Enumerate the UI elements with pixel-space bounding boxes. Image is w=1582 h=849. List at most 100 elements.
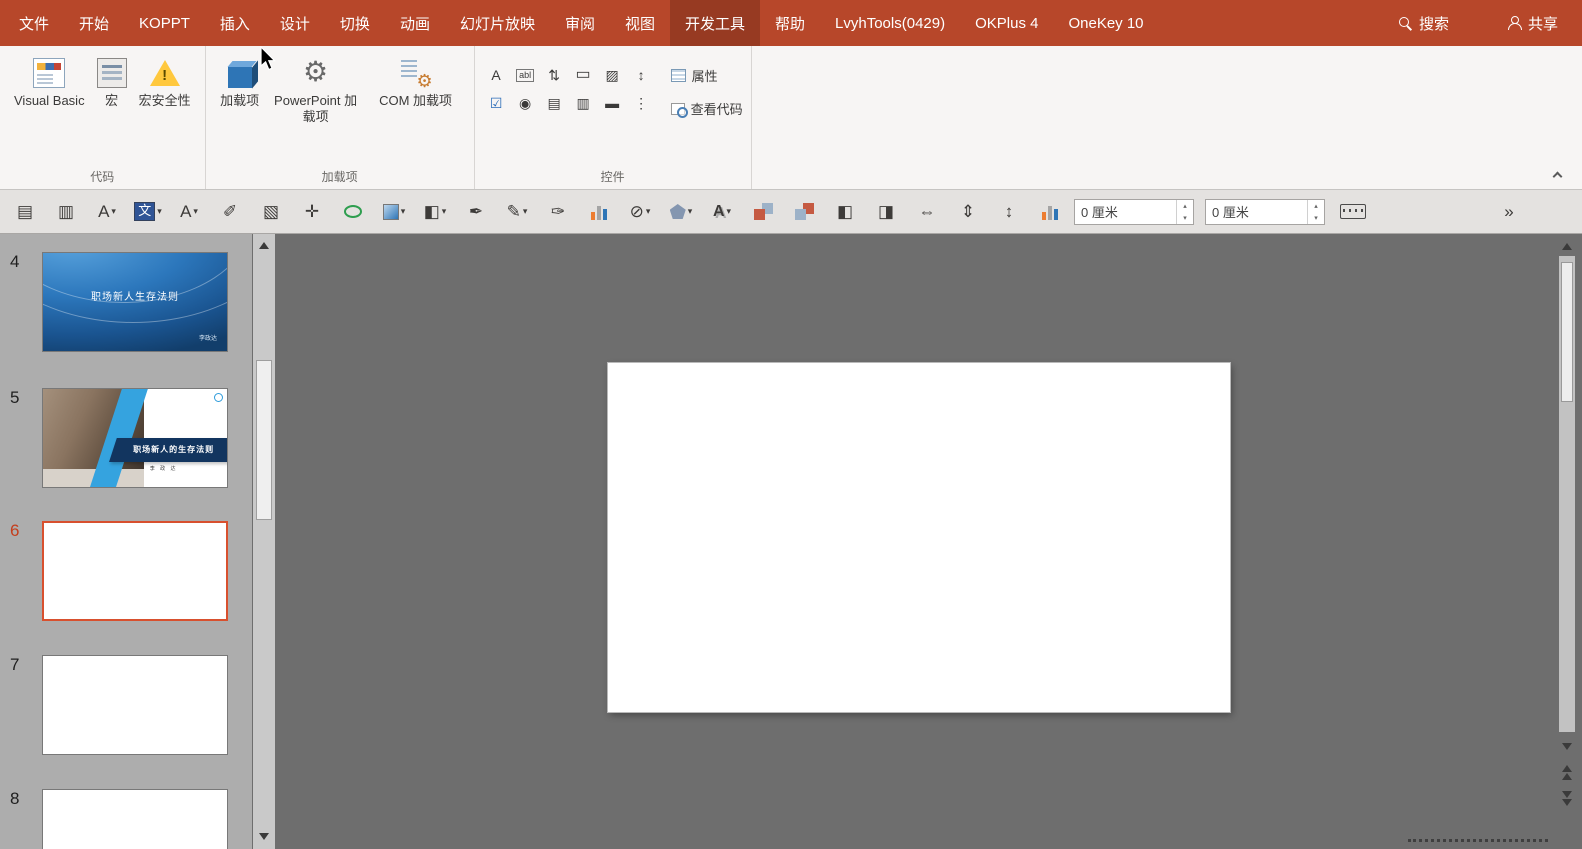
width-input[interactable]: ▴▾: [1074, 198, 1194, 225]
ribbon-tab-7[interactable]: 幻灯片放映: [445, 0, 550, 46]
powerpoint-addins-label: PowerPoint 加载项: [274, 93, 358, 124]
scrollbar-control[interactable]: ↕: [628, 62, 655, 88]
label-control-glyph: A: [491, 67, 501, 83]
image-control[interactable]: ▨: [599, 62, 626, 88]
dropdown-caret-icon: ▾: [441, 206, 447, 216]
spin-button-control[interactable]: ⇅: [541, 62, 568, 88]
ribbon-tab-6[interactable]: 动画: [385, 0, 445, 46]
text-shadow-icon[interactable]: A ▾: [705, 195, 739, 229]
cjk-font-picker[interactable]: 文 ▾: [131, 195, 165, 229]
previous-slide-button[interactable]: [1558, 762, 1576, 782]
slide-thumbnail-7[interactable]: [42, 655, 228, 755]
macro-button[interactable]: 宏: [91, 52, 133, 113]
ribbon-tab-13[interactable]: OKPlus 4: [960, 0, 1053, 46]
next-slide-button[interactable]: [1558, 788, 1576, 808]
slide-thumbnail-4[interactable]: 职场新人生存法则 李政达: [42, 252, 228, 352]
checkbox-control[interactable]: ☑: [483, 90, 510, 116]
font-color-picker[interactable]: A ▾: [172, 195, 206, 229]
view-code-button[interactable]: 查看代码: [670, 99, 743, 118]
eyedropper-icon[interactable]: ✒: [459, 195, 493, 229]
toolbar-overflow[interactable]: »: [1492, 195, 1526, 229]
height-input-field[interactable]: [1206, 199, 1307, 224]
command-button-control[interactable]: ▭: [570, 62, 597, 88]
ribbon-tab-3[interactable]: 插入: [205, 0, 265, 46]
align-left-objects-icon[interactable]: ◧: [828, 195, 862, 229]
thumbnail-subtitle: 李 政 达: [149, 466, 178, 473]
textbox-control[interactable]: abl: [512, 62, 539, 88]
option-button-control[interactable]: ◉: [512, 90, 539, 116]
send-backward-icon[interactable]: [787, 195, 821, 229]
fill-color-swatch[interactable]: ▾: [377, 195, 411, 229]
ribbon-tab-4[interactable]: 设计: [265, 0, 325, 46]
width-input-field[interactable]: [1075, 199, 1176, 224]
macro-security-button[interactable]: 宏安全性: [133, 52, 197, 113]
fill-color-swatch-shape: [382, 203, 399, 220]
no-fill-icon[interactable]: ⊘ ▾: [623, 195, 657, 229]
ribbon-tab-5[interactable]: 切换: [325, 0, 385, 46]
properties-button[interactable]: 属性: [670, 66, 743, 85]
shape-tool-icon[interactable]: ▾: [664, 195, 698, 229]
column-chart-icon[interactable]: [582, 195, 616, 229]
thumbnail-scroll-up-button[interactable]: [253, 236, 275, 254]
slide-editing-surface[interactable]: [608, 363, 1230, 712]
keyboard-icon[interactable]: [1336, 195, 1370, 229]
oval-tool-icon[interactable]: [336, 195, 370, 229]
canvas-scrollbar[interactable]: [1559, 256, 1575, 732]
more-controls[interactable]: ⋮: [628, 90, 655, 116]
ink-picker-icon[interactable]: ✑: [541, 195, 575, 229]
ribbon-tab-14[interactable]: OneKey 10: [1053, 0, 1158, 46]
ribbon-tab-1[interactable]: 开始: [64, 0, 124, 46]
thumbnail-scrollbar-thumb[interactable]: [256, 360, 272, 520]
powerpoint-addins-button[interactable]: PowerPoint 加载项: [266, 52, 366, 128]
canvas-scroll-down-button[interactable]: [1558, 736, 1576, 756]
height-input-spinner[interactable]: ▴ ▾: [1307, 199, 1324, 224]
resize-height-icon[interactable]: ↕: [992, 195, 1026, 229]
paint-bucket-icon[interactable]: ◧ ▾: [418, 195, 452, 229]
com-addins-icon: [398, 56, 434, 92]
ribbon-tab-12[interactable]: LvyhTools(0429): [820, 0, 960, 46]
distribute-vertical-icon[interactable]: ⇕: [951, 195, 985, 229]
canvas-scroll-up-button[interactable]: [1558, 236, 1576, 256]
search-button[interactable]: 搜索: [1386, 0, 1461, 46]
text-style-picker[interactable]: A ▾: [90, 195, 124, 229]
canvas-scrollbar-thumb[interactable]: [1561, 262, 1573, 402]
thumbnail-scrollbar[interactable]: [253, 234, 275, 849]
slide-thumbnail-5[interactable]: 职场新人的生存法则李 政 达: [42, 388, 228, 488]
distribute-columns-icon[interactable]: ▥: [49, 195, 83, 229]
combobox-control[interactable]: ▥: [570, 90, 597, 116]
com-addins-button[interactable]: COM 加载项: [366, 52, 466, 113]
slide-thumbnail-6[interactable]: [42, 521, 228, 621]
picture-replace-icon[interactable]: ▧: [254, 195, 288, 229]
slide-thumbnail-8[interactable]: [42, 789, 228, 849]
double-chevron-up-icon: [1562, 764, 1572, 772]
spin-up-icon[interactable]: ▴: [1177, 200, 1193, 212]
brush-icon[interactable]: ✐: [213, 195, 247, 229]
distribute-rows-icon[interactable]: ▤: [8, 195, 42, 229]
spin-up-icon[interactable]: ▴: [1308, 200, 1324, 212]
listbox-control[interactable]: ▤: [541, 90, 568, 116]
label-control[interactable]: A: [483, 62, 510, 88]
ribbon-tab-9[interactable]: 视图: [610, 0, 670, 46]
collapse-ribbon-button[interactable]: [1548, 169, 1566, 183]
visual-basic-button[interactable]: Visual Basic: [8, 52, 91, 113]
pencil-tool-icon[interactable]: ✎ ▾: [500, 195, 534, 229]
position-anchor-icon[interactable]: ✛: [295, 195, 329, 229]
bring-forward-icon[interactable]: [746, 195, 780, 229]
ribbon-tab-10[interactable]: 开发工具: [670, 0, 761, 46]
thumbnail-scroll-down-button[interactable]: [253, 827, 275, 845]
ribbon-tab-2[interactable]: KOPPT: [124, 0, 205, 46]
ribbon-group-controls: Aabl ⇅ ▭ ▨ ↕ ☑ ◉ ▤ ▥ ▬ ⋮ 属性 查看代码 控件: [475, 46, 752, 189]
toggle-button-control[interactable]: ▬: [599, 90, 626, 116]
distribute-horizontal-icon[interactable]: ⇔: [910, 195, 944, 229]
align-right-objects-icon[interactable]: ◨: [869, 195, 903, 229]
chart-size-icon[interactable]: [1033, 195, 1067, 229]
spin-down-icon[interactable]: ▾: [1177, 212, 1193, 224]
share-button[interactable]: 共享: [1495, 0, 1582, 46]
width-input-spinner[interactable]: ▴ ▾: [1176, 199, 1193, 224]
ribbon-tab-11[interactable]: 帮助: [760, 0, 820, 46]
ribbon-tab-0[interactable]: 文件: [4, 0, 64, 46]
addins-button[interactable]: 加载项: [214, 52, 266, 113]
height-input[interactable]: ▴▾: [1205, 198, 1325, 225]
spin-down-icon[interactable]: ▾: [1308, 212, 1324, 224]
ribbon-tab-8[interactable]: 审阅: [550, 0, 610, 46]
